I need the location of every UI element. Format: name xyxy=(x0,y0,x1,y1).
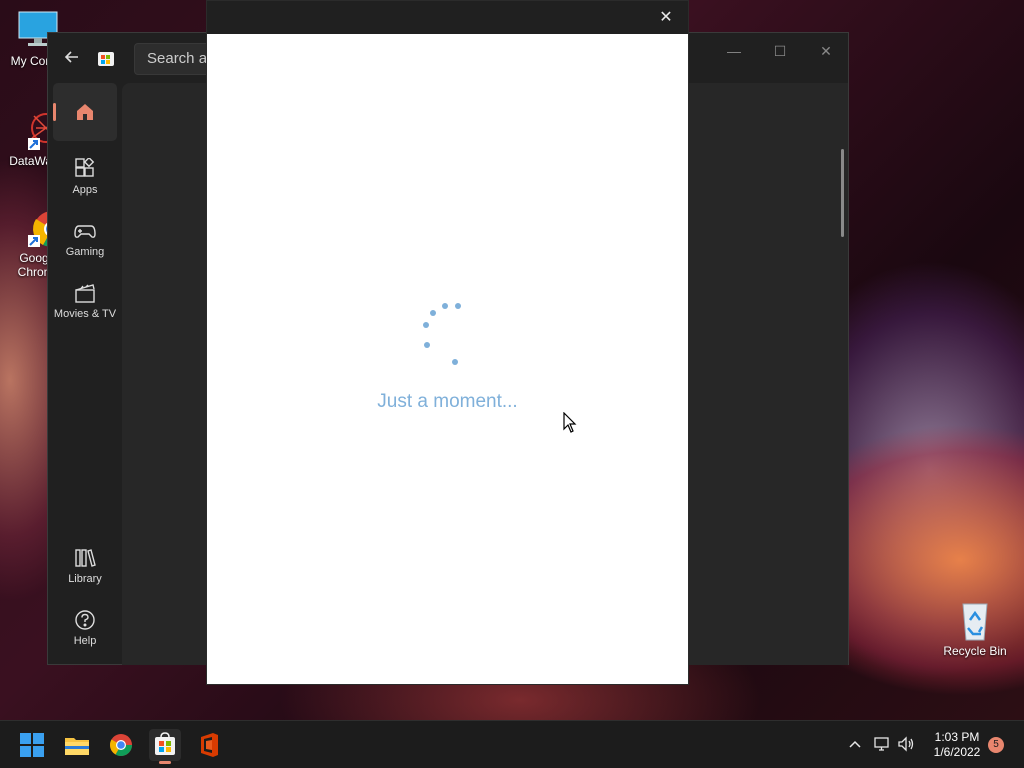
recycle-bin-icon xyxy=(953,598,997,642)
sidebar-item-label: Help xyxy=(73,635,97,647)
maximize-button[interactable]: ☐ xyxy=(760,41,800,61)
clock-date: 1/6/2022 xyxy=(933,745,981,759)
sidebar-item-label: Library xyxy=(68,573,102,585)
spinner-dot xyxy=(424,342,430,348)
help-icon xyxy=(74,609,96,631)
library-icon xyxy=(74,547,96,569)
sidebar-item-label: Apps xyxy=(72,184,98,196)
spinner-dot xyxy=(455,303,461,309)
minimize-button[interactable]: — xyxy=(714,41,754,61)
sidebar-item-help[interactable]: Help xyxy=(53,600,117,658)
loading-dialog: ✕ Just a moment... xyxy=(206,0,689,685)
chrome-icon xyxy=(110,734,132,756)
chrome-taskbar-button[interactable] xyxy=(105,729,137,761)
apps-icon xyxy=(74,156,96,180)
desktop-icon-label: Recycle Bin xyxy=(943,644,1007,658)
store-sidebar: Apps Gaming Movies & TV Library Help xyxy=(48,83,122,665)
volume-icon[interactable] xyxy=(897,735,915,753)
file-explorer-icon xyxy=(65,738,89,755)
office-taskbar-button[interactable] xyxy=(193,729,225,761)
store-icon xyxy=(155,732,175,755)
clock-time: 1:03 PM xyxy=(934,730,980,744)
spinner-dot xyxy=(423,322,429,328)
sidebar-item-label: Movies & TV xyxy=(53,308,117,320)
start-button[interactable] xyxy=(16,729,48,761)
sidebar-item-movies-tv[interactable]: Movies & TV xyxy=(53,273,117,331)
scrollbar[interactable] xyxy=(841,149,844,237)
sidebar-item-home[interactable] xyxy=(53,83,117,141)
loading-message: Just a moment... xyxy=(377,391,518,412)
file-explorer-button[interactable] xyxy=(61,729,93,761)
spinner-dot xyxy=(442,303,448,309)
back-button[interactable] xyxy=(62,47,82,67)
sidebar-item-apps[interactable]: Apps xyxy=(53,149,117,207)
system-clock[interactable]: 1:03 PM 1/6/2022 xyxy=(926,730,988,760)
dialog-titlebar: ✕ xyxy=(207,1,688,34)
arrow-left-icon xyxy=(64,51,78,63)
office-icon xyxy=(201,733,218,757)
taskbar: 1:03 PM 1/6/2022 5 xyxy=(0,720,1024,768)
store-taskbar-button[interactable] xyxy=(149,729,181,764)
dialog-close-button[interactable]: ✕ xyxy=(654,7,678,29)
spinner-dot xyxy=(430,310,436,316)
tray-chevron-up-icon[interactable] xyxy=(846,735,864,753)
home-icon xyxy=(74,101,96,123)
mouse-cursor-icon xyxy=(563,411,577,434)
start-icon xyxy=(20,733,44,757)
store-logo-icon xyxy=(98,50,114,66)
sidebar-item-library[interactable]: Library xyxy=(53,538,117,596)
network-icon[interactable] xyxy=(873,735,891,753)
spinner-dot xyxy=(452,359,458,365)
sidebar-item-gaming[interactable]: Gaming xyxy=(53,211,117,269)
close-icon: ✕ xyxy=(659,9,673,26)
clapperboard-icon xyxy=(74,282,96,304)
desktop-icon-recycle-bin[interactable]: Recycle Bin xyxy=(937,598,1013,658)
loading-spinner xyxy=(413,297,473,367)
notification-badge[interactable]: 5 xyxy=(988,737,1004,753)
close-button[interactable]: ✕ xyxy=(806,41,846,61)
sidebar-item-label: Gaming xyxy=(65,246,105,258)
gamepad-icon xyxy=(74,220,96,242)
